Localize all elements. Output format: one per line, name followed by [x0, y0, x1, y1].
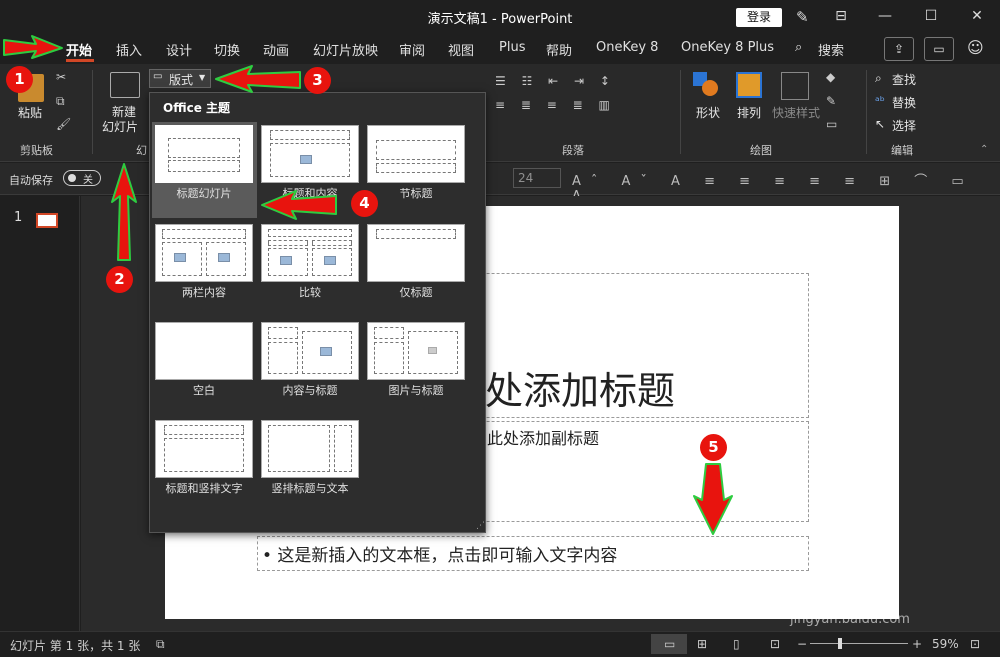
arrow-5	[693, 463, 733, 535]
arrow-4	[261, 190, 337, 220]
step-marker-2: 2	[106, 266, 133, 293]
arrow-2	[111, 163, 137, 261]
step-marker-3: 3	[304, 67, 331, 94]
watermark-logo: Bai 经验	[762, 580, 886, 615]
arrow-3	[215, 65, 301, 93]
step-marker-4: 4	[351, 190, 378, 217]
watermark-url: jingyan.baidu.com	[790, 612, 910, 627]
arrow-1	[3, 35, 63, 59]
annotation-arrows	[3, 35, 733, 535]
step-marker-5: 5	[700, 434, 727, 461]
step-marker-1: 1	[6, 66, 33, 93]
